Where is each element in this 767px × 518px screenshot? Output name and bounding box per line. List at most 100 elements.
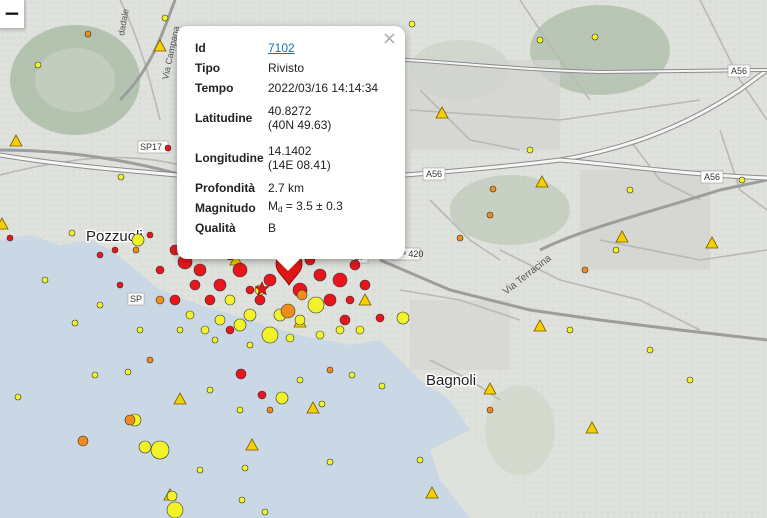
earthquake-marker[interactable]	[155, 265, 165, 275]
earthquake-marker[interactable]	[489, 185, 497, 193]
earthquake-marker[interactable]	[738, 176, 746, 184]
earthquake-marker[interactable]	[245, 285, 255, 295]
earthquake-marker[interactable]	[526, 146, 534, 154]
earthquake-marker[interactable]	[150, 440, 170, 460]
earthquake-marker[interactable]	[96, 301, 104, 309]
earthquake-marker[interactable]	[612, 246, 620, 254]
earthquake-marker[interactable]	[132, 246, 140, 254]
earthquake-marker[interactable]	[345, 295, 355, 305]
earthquake-marker[interactable]	[686, 376, 694, 384]
earthquake-marker[interactable]	[214, 314, 226, 326]
earthquake-marker[interactable]	[315, 330, 325, 340]
zoom-out-button[interactable]: −	[0, 0, 25, 29]
earthquake-marker[interactable]	[313, 268, 327, 282]
earthquake-marker[interactable]	[626, 186, 634, 194]
earthquake-marker[interactable]	[146, 356, 154, 364]
earthquake-marker[interactable]	[536, 36, 544, 44]
earthquake-marker[interactable]	[486, 211, 494, 219]
earthquake-marker[interactable]	[285, 333, 295, 343]
earthquake-marker[interactable]	[91, 371, 99, 379]
earthquake-marker[interactable]	[71, 319, 79, 327]
earthquake-marker[interactable]	[246, 341, 254, 349]
earthquake-marker[interactable]	[138, 440, 152, 454]
earthquake-marker[interactable]	[349, 259, 361, 271]
earthquake-marker[interactable]	[155, 295, 165, 305]
earthquake-marker[interactable]	[257, 390, 267, 400]
earthquake-marker[interactable]	[131, 233, 145, 247]
earthquake-marker[interactable]	[261, 326, 279, 344]
earthquake-marker[interactable]	[6, 234, 14, 242]
earthquake-marker[interactable]	[359, 279, 371, 291]
earthquake-marker[interactable]	[266, 406, 274, 414]
earthquake-marker[interactable]	[486, 406, 494, 414]
earthquake-marker[interactable]	[326, 458, 334, 466]
earthquake-marker[interactable]	[166, 501, 184, 518]
earthquake-marker[interactable]	[225, 325, 235, 335]
earthquake-marker[interactable]	[335, 325, 345, 335]
earthquake-marker[interactable]	[591, 33, 599, 41]
earthquake-marker[interactable]	[241, 464, 249, 472]
earthquake-marker[interactable]	[243, 308, 257, 322]
earthquake-marker[interactable]	[566, 326, 574, 334]
earthquake-marker[interactable]	[169, 294, 181, 306]
earthquake-marker[interactable]	[456, 234, 464, 242]
earthquake-marker[interactable]	[263, 273, 277, 287]
earthquake-marker[interactable]	[84, 30, 92, 38]
earthquake-marker[interactable]	[196, 466, 204, 474]
earthquake-marker[interactable]	[206, 386, 214, 394]
earthquake-marker[interactable]	[355, 325, 365, 335]
earthquake-marker[interactable]	[116, 281, 124, 289]
earthquake-marker[interactable]	[275, 391, 289, 405]
earthquake-marker[interactable]	[204, 294, 216, 306]
earthquake-marker[interactable]	[378, 382, 386, 390]
earthquake-marker[interactable]	[224, 294, 236, 306]
earthquake-marker[interactable]	[233, 318, 247, 332]
earthquake-marker[interactable]	[646, 346, 654, 354]
earthquake-marker[interactable]	[318, 400, 326, 408]
earthquake-marker[interactable]	[408, 20, 416, 28]
earthquake-marker[interactable]	[396, 311, 410, 325]
earthquake-marker[interactable]	[166, 490, 178, 502]
earthquake-marker[interactable]	[232, 262, 248, 278]
earthquake-marker[interactable]	[254, 294, 266, 306]
earthquake-marker[interactable]	[117, 173, 125, 181]
earthquake-marker[interactable]	[136, 326, 144, 334]
earthquake-marker[interactable]	[326, 366, 334, 374]
earthquake-marker[interactable]	[307, 296, 325, 314]
earthquake-marker[interactable]	[261, 508, 269, 516]
earthquake-marker[interactable]	[164, 144, 172, 152]
earthquake-marker[interactable]	[96, 251, 104, 259]
earthquake-marker[interactable]	[68, 229, 76, 237]
earthquake-marker[interactable]	[146, 231, 154, 239]
earthquake-marker[interactable]	[236, 406, 244, 414]
earthquake-marker[interactable]	[176, 326, 184, 334]
earthquake-marker[interactable]	[200, 325, 210, 335]
earthquake-marker[interactable]	[14, 393, 22, 401]
earthquake-marker[interactable]	[296, 376, 304, 384]
earthquake-marker[interactable]	[296, 289, 308, 301]
earthquake-marker[interactable]	[581, 266, 589, 274]
event-id-link[interactable]: 7102	[268, 41, 295, 55]
earthquake-marker[interactable]	[235, 368, 247, 380]
earthquake-marker[interactable]	[41, 276, 49, 284]
earthquake-marker[interactable]	[323, 293, 337, 307]
earthquake-marker[interactable]	[124, 414, 136, 426]
earthquake-marker[interactable]	[294, 314, 306, 326]
earthquake-marker[interactable]	[332, 272, 348, 288]
earthquake-marker[interactable]	[161, 14, 169, 22]
earthquake-marker[interactable]	[77, 435, 89, 447]
earthquake-marker[interactable]	[348, 371, 356, 379]
close-icon[interactable]: ×	[382, 28, 397, 49]
earthquake-marker[interactable]	[280, 303, 296, 319]
earthquake-marker[interactable]	[213, 278, 227, 292]
earthquake-marker[interactable]	[111, 246, 119, 254]
earthquake-marker[interactable]	[189, 279, 201, 291]
earthquake-marker[interactable]	[185, 310, 195, 320]
earthquake-marker[interactable]	[375, 313, 385, 323]
earthquake-marker[interactable]	[238, 496, 246, 504]
earthquake-marker[interactable]	[339, 314, 351, 326]
earthquake-marker[interactable]	[416, 456, 424, 464]
earthquake-marker[interactable]	[124, 368, 132, 376]
earthquake-marker[interactable]	[34, 61, 42, 69]
earthquake-marker[interactable]	[211, 336, 219, 344]
